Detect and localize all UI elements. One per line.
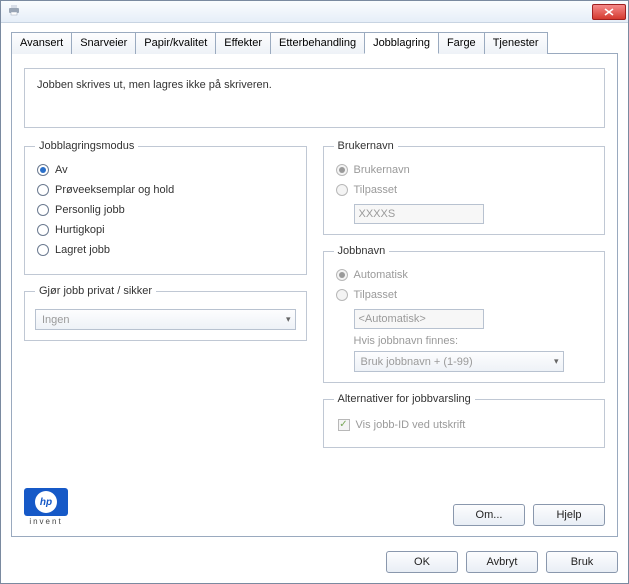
group-jobname: Jobbnavn Automatisk Tilpasset Hvis jobbn…: [323, 245, 606, 383]
radio-storage-hurtigkopi[interactable]: Hurtigkopi: [37, 224, 296, 236]
radio-username-custom: Tilpasset: [336, 184, 595, 196]
chevron-down-icon: ▾: [554, 356, 559, 367]
jobname-input: [354, 309, 484, 329]
close-button[interactable]: [592, 4, 626, 20]
radio-storage-personlig-jobb[interactable]: Personlig jobb: [37, 204, 296, 216]
username-legend: Brukernavn: [334, 140, 398, 152]
group-username: Brukernavn Brukernavn Tilpasset: [323, 140, 606, 235]
help-button-label: Hjelp: [556, 509, 581, 521]
tab-etterbehandling[interactable]: Etterbehandling: [270, 32, 365, 54]
about-button[interactable]: Om...: [453, 504, 525, 526]
checkbox-show-jobid: ✓: [338, 419, 350, 431]
private-legend: Gjør jobb privat / sikker: [35, 285, 156, 297]
radio-storage-label: Hurtigkopi: [55, 224, 105, 236]
jobname-exists-value: Bruk jobbnavn + (1-99): [361, 356, 473, 368]
tab-papir-kvalitet[interactable]: Papir/kvalitet: [135, 32, 216, 54]
jobname-exists-select: Bruk jobbnavn + (1-99) ▾: [354, 351, 564, 372]
username-input: [354, 204, 484, 224]
ok-button[interactable]: OK: [386, 551, 458, 573]
radio-storage-label: Lagret jobb: [55, 244, 110, 256]
jobname-exists-label: Hvis jobbnavn finnes:: [354, 335, 595, 347]
hp-logo-sub: invent: [29, 517, 62, 526]
tab-avansert[interactable]: Avansert: [11, 32, 72, 54]
info-box: Jobben skrives ut, men lagres ikke på sk…: [24, 68, 605, 128]
print-properties-dialog: AvansertSnarveierPapir/kvalitetEffekterE…: [0, 0, 629, 584]
radio-username-custom-label: Tilpasset: [354, 184, 398, 196]
radio-username-user-label: Brukernavn: [354, 164, 410, 176]
checkbox-show-jobid-label: Vis jobb-ID ved utskrift: [356, 419, 466, 431]
radio-storage-label: Av: [55, 164, 68, 176]
apply-button-label: Bruk: [571, 556, 594, 568]
info-text: Jobben skrives ut, men lagres ikke på sk…: [37, 79, 272, 91]
radio-storage-label: Personlig jobb: [55, 204, 125, 216]
radio-storage-label: Prøveeksemplar og hold: [55, 184, 174, 196]
group-private: Gjør jobb privat / sikker Ingen ▾: [24, 285, 307, 341]
titlebar: [1, 1, 628, 23]
radio-jobname-auto: Automatisk: [336, 269, 595, 281]
radio-storage-pr-veeksemplar-og-hold[interactable]: Prøveeksemplar og hold: [37, 184, 296, 196]
radio-jobname-auto-label: Automatisk: [354, 269, 408, 281]
checkbox-show-jobid-row: ✓ Vis jobb-ID ved utskrift: [338, 419, 595, 431]
radio-jobname-custom: Tilpasset: [336, 289, 595, 301]
apply-button[interactable]: Bruk: [546, 551, 618, 573]
private-select: Ingen ▾: [35, 309, 296, 330]
ok-button-label: OK: [414, 556, 430, 568]
notify-legend: Alternativer for jobbvarsling: [334, 393, 475, 405]
tab-tjenester[interactable]: Tjenester: [484, 32, 548, 54]
about-button-label: Om...: [476, 509, 503, 521]
hp-logo: hp invent: [24, 488, 68, 526]
group-storage-mode: Jobblagringsmodus Av Prøveeksemplar og ho…: [24, 140, 307, 275]
cancel-button-label: Avbryt: [487, 556, 518, 568]
printer-icon: [7, 3, 21, 20]
radio-jobname-custom-label: Tilpasset: [354, 289, 398, 301]
help-button[interactable]: Hjelp: [533, 504, 605, 526]
cancel-button[interactable]: Avbryt: [466, 551, 538, 573]
radio-storage-lagret-jobb[interactable]: Lagret jobb: [37, 244, 296, 256]
radio-username-user: Brukernavn: [336, 164, 595, 176]
chevron-down-icon: ▾: [286, 314, 291, 325]
tab-effekter[interactable]: Effekter: [215, 32, 271, 54]
jobname-legend: Jobbnavn: [334, 245, 390, 257]
tab-panel-jobblagring: Jobben skrives ut, men lagres ikke på sk…: [11, 54, 618, 537]
dialog-footer: OK Avbryt Bruk: [1, 543, 628, 583]
hp-logo-text: hp: [35, 491, 57, 513]
tab-jobblagring[interactable]: Jobblagring: [364, 32, 439, 54]
tab-strip: AvansertSnarveierPapir/kvalitetEffekterE…: [11, 31, 618, 54]
tab-farge[interactable]: Farge: [438, 32, 485, 54]
radio-storage-av[interactable]: Av: [37, 164, 296, 176]
tab-snarveier[interactable]: Snarveier: [71, 32, 136, 54]
group-notify: Alternativer for jobbvarsling ✓ Vis jobb…: [323, 393, 606, 448]
storage-mode-legend: Jobblagringsmodus: [35, 140, 138, 152]
private-select-value: Ingen: [42, 314, 70, 326]
